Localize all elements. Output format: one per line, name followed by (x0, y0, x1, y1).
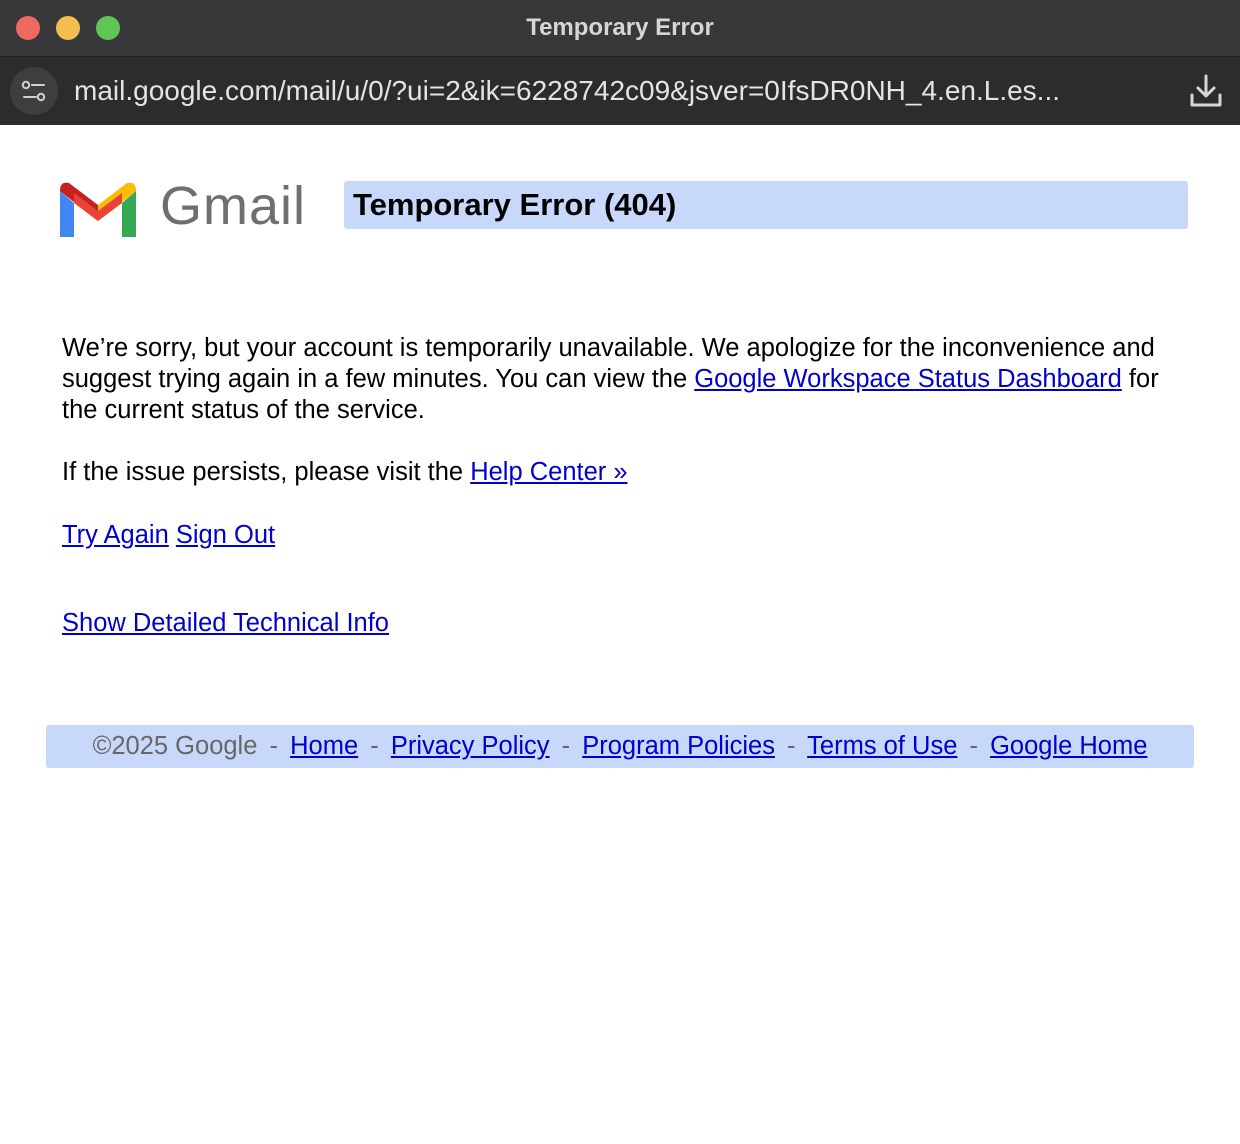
title-bar: Temporary Error (0, 0, 1240, 57)
error-title-bar: Temporary Error (404) (344, 181, 1188, 229)
footer-link-terms-of-use[interactable]: Terms of Use (807, 732, 957, 760)
error-message: We’re sorry, but your account is tempora… (62, 333, 1192, 426)
footer-link-google-home[interactable]: Google Home (990, 732, 1147, 760)
url-text[interactable]: mail.google.com/mail/u/0/?ui=2&ik=622874… (74, 57, 1134, 125)
window-title: Temporary Error (526, 14, 714, 41)
footer-separator: - (561, 732, 571, 760)
footer-link-home[interactable]: Home (290, 732, 358, 760)
try-again-link[interactable]: Try Again (62, 521, 169, 549)
site-settings-button[interactable] (10, 67, 58, 115)
error-content: We’re sorry, but your account is tempora… (62, 333, 1192, 639)
browser-window: Temporary Error mail.google.com/mail/u/0… (0, 0, 1240, 1144)
footer-separator: - (787, 732, 796, 760)
help-center-link[interactable]: Help Center » (470, 458, 627, 486)
footer-link-privacy-policy[interactable]: Privacy Policy (391, 732, 550, 760)
gmail-wordmark: Gmail (160, 176, 307, 236)
page-title: Temporary Error (404) (353, 187, 677, 222)
address-bar: mail.google.com/mail/u/0/?ui=2&ik=622874… (0, 57, 1240, 126)
copyright-text: ©2025 Google (92, 732, 258, 760)
technical-info-row: Show Detailed Technical Info (62, 608, 1192, 639)
gmail-logo-icon (60, 182, 136, 237)
footer-separator: - (269, 732, 279, 760)
action-links: Try Again Sign Out (62, 520, 1192, 551)
gmail-logo: Gmail (58, 176, 308, 243)
sign-out-link[interactable]: Sign Out (176, 521, 275, 549)
status-dashboard-link[interactable]: Google Workspace Status Dashboard (694, 365, 1122, 393)
site-settings-icon (21, 80, 46, 102)
footer-link-program-policies[interactable]: Program Policies (582, 732, 775, 760)
footer-separator: - (969, 732, 978, 760)
footer-separator: - (370, 732, 379, 760)
footer-bar: ©2025 Google - Home - Privacy Policy - P… (46, 725, 1194, 768)
download-icon[interactable] (1188, 73, 1224, 109)
help-message: If the issue persists, please visit the … (62, 457, 1192, 488)
help-message-text: If the issue persists, please visit the (62, 458, 471, 486)
page-content: Gmail Temporary Error (404) We’re sorry,… (0, 125, 1240, 1144)
show-technical-info-link[interactable]: Show Detailed Technical Info (62, 609, 389, 637)
